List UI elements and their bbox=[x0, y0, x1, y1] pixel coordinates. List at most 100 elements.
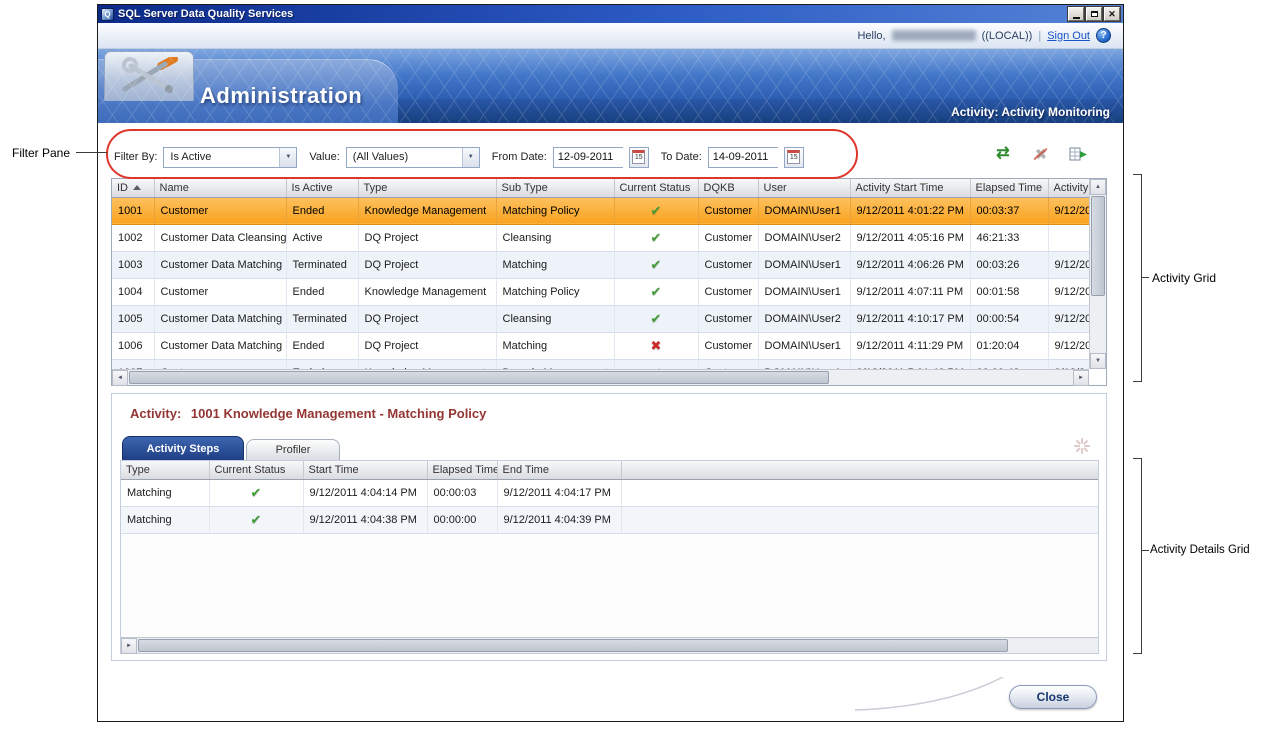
close-button[interactable]: Close bbox=[1009, 685, 1097, 709]
activity-running-indicator-icon bbox=[1074, 438, 1090, 454]
value-value: (All Values) bbox=[347, 148, 462, 167]
scroll-left-button[interactable]: ◄ bbox=[112, 370, 128, 386]
filter-pane: Filter By: Is Active ▼ Value: (All Value… bbox=[114, 145, 804, 169]
calendar-icon: 15 bbox=[787, 150, 800, 164]
bracket-tick bbox=[1133, 653, 1141, 654]
details-row-2[interactable]: Matching ✔ 9/12/2011 4:04:38 PM 00:00:00… bbox=[121, 506, 1098, 533]
export-activity-button[interactable] bbox=[1069, 145, 1089, 163]
activity-details-title-value: 1001 Knowledge Management - Matching Pol… bbox=[191, 406, 486, 421]
col-header-current-status[interactable]: Current Status bbox=[209, 461, 303, 479]
col-header-start-time[interactable]: Activity Start Time bbox=[850, 179, 970, 197]
app-icon-glyph: Q bbox=[104, 10, 110, 19]
activity-toolbar: ⇄ ✖ bbox=[993, 145, 1089, 163]
scroll-right-icon: ► bbox=[126, 643, 132, 649]
tab-activity-steps[interactable]: Activity Steps bbox=[122, 436, 244, 460]
annotation-activity-details-grid: Activity Details Grid bbox=[1150, 544, 1250, 556]
col-header-dqkb[interactable]: DQKB bbox=[698, 179, 758, 197]
to-date-input[interactable] bbox=[708, 147, 778, 168]
refresh-activities-button[interactable]: ⇄ bbox=[993, 145, 1013, 163]
scroll-down-button[interactable]: ▼ bbox=[1090, 353, 1106, 369]
main-content: Filter By: Is Active ▼ Value: (All Value… bbox=[98, 123, 1123, 721]
activity-row-1006[interactable]: 1006Customer Data Matching EndedDQ Proje… bbox=[112, 332, 1089, 359]
col-header-type[interactable]: Type bbox=[358, 179, 496, 197]
annotation-line bbox=[1142, 277, 1149, 278]
minimize-icon bbox=[1073, 17, 1080, 19]
activity-details-panel: Activity: 1001 Knowledge Management - Ma… bbox=[111, 393, 1107, 661]
details-row-1[interactable]: Matching ✔ 9/12/2011 4:04:14 PM 00:00:03… bbox=[121, 479, 1098, 506]
to-date-label: To Date: bbox=[661, 151, 702, 163]
activity-row-1001[interactable]: 1001Customer EndedKnowledge Management M… bbox=[112, 197, 1089, 224]
details-horizontal-scrollbar[interactable]: ◄ ► bbox=[121, 637, 1098, 653]
filter-by-value: Is Active bbox=[164, 148, 279, 167]
horizontal-scroll-thumb[interactable] bbox=[129, 371, 829, 384]
from-date-calendar-button[interactable]: 15 bbox=[629, 147, 649, 168]
scroll-right-icon: ► bbox=[1078, 375, 1084, 381]
activity-details-title: Activity: 1001 Knowledge Management - Ma… bbox=[130, 406, 486, 421]
status-success-icon: ✔ bbox=[251, 512, 262, 527]
vertical-scroll-thumb[interactable] bbox=[1091, 196, 1105, 296]
export-icon bbox=[1069, 146, 1089, 162]
col-header-type[interactable]: Type bbox=[121, 461, 209, 479]
col-header-elapsed[interactable]: Elapsed Time bbox=[970, 179, 1048, 197]
activity-details-grid-bracket bbox=[1141, 458, 1142, 654]
col-header-id[interactable]: ID bbox=[112, 179, 154, 197]
chevron-down-icon[interactable]: ▼ bbox=[279, 148, 296, 167]
bracket-tick bbox=[1133, 174, 1141, 175]
horizontal-scroll-thumb[interactable] bbox=[138, 639, 1008, 652]
help-icon[interactable]: ? bbox=[1096, 28, 1111, 43]
activity-row-1003[interactable]: 1003Customer Data Matching TerminatedDQ … bbox=[112, 251, 1089, 278]
restore-icon bbox=[1091, 11, 1098, 17]
activity-row-1002[interactable]: 1002Customer Data Cleansing ActiveDQ Pro… bbox=[112, 224, 1089, 251]
filter-by-dropdown[interactable]: Is Active ▼ bbox=[163, 147, 297, 168]
session-bar: Hello, ((LOCAL)) | Sign Out ? bbox=[98, 23, 1123, 49]
col-header-sub-type[interactable]: Sub Type bbox=[496, 179, 614, 197]
col-header-user[interactable]: User bbox=[758, 179, 850, 197]
grid-vertical-scrollbar[interactable]: ▲ ▼ bbox=[1089, 179, 1106, 369]
activity-row-1004[interactable]: 1004Customer EndedKnowledge Management M… bbox=[112, 278, 1089, 305]
scroll-up-button[interactable]: ▲ bbox=[1090, 179, 1106, 195]
chevron-down-icon[interactable]: ▼ bbox=[462, 148, 479, 167]
col-header-is-active[interactable]: Is Active bbox=[286, 179, 358, 197]
status-failed-icon: ✖ bbox=[651, 338, 662, 353]
activity-row-1007-partial[interactable]: 1007Customer EndedKnowledge Management D… bbox=[112, 359, 1089, 369]
scroll-left-icon: ◄ bbox=[117, 375, 123, 381]
close-window-button[interactable]: ✕ bbox=[1104, 7, 1120, 21]
status-success-icon: ✔ bbox=[251, 485, 262, 500]
hello-label: Hello, bbox=[857, 30, 885, 42]
page-title: Administration bbox=[200, 83, 362, 109]
scroll-up-icon: ▲ bbox=[1095, 184, 1101, 190]
to-date-calendar-button[interactable]: 15 bbox=[784, 147, 804, 168]
grid-horizontal-scrollbar[interactable]: ◄ ► bbox=[112, 369, 1089, 385]
annotation-line bbox=[1142, 550, 1149, 551]
col-header-elapsed-time[interactable]: Elapsed Time bbox=[427, 461, 497, 479]
annotation-activity-grid: Activity Grid bbox=[1152, 271, 1216, 285]
details-grid-table: Type Current Status Start Time Elapsed T… bbox=[121, 461, 1098, 534]
redacted-username bbox=[892, 30, 976, 41]
scroll-right-button[interactable]: ► bbox=[1073, 370, 1089, 386]
page-banner: Administration Activity: Activity Monito… bbox=[98, 49, 1123, 123]
col-header-end-time[interactable]: Activity bbox=[1048, 179, 1089, 197]
from-date-input[interactable] bbox=[553, 147, 623, 168]
activity-row-1005[interactable]: 1005Customer Data Matching TerminatedDQ … bbox=[112, 305, 1089, 332]
col-header-current-status[interactable]: Current Status bbox=[614, 179, 698, 197]
terminate-activity-button[interactable]: ✖ bbox=[1031, 145, 1051, 163]
status-success-icon: ✔ bbox=[651, 203, 662, 218]
activity-grid-table: ID Name Is Active Type Sub Type Current … bbox=[112, 179, 1089, 369]
tab-profiler[interactable]: Profiler bbox=[246, 439, 340, 460]
col-header-name[interactable]: Name bbox=[154, 179, 286, 197]
restore-button[interactable] bbox=[1086, 7, 1102, 21]
refresh-icon: ⇄ bbox=[996, 146, 1009, 162]
activity-grid-viewport: ID Name Is Active Type Sub Type Current … bbox=[112, 179, 1089, 369]
screenshot-stage: Q SQL Server Data Quality Services ✕ Hel… bbox=[0, 0, 1265, 730]
scroll-right-button[interactable]: ► bbox=[121, 638, 137, 654]
minimize-button[interactable] bbox=[1068, 7, 1084, 21]
sign-out-link[interactable]: Sign Out bbox=[1047, 30, 1090, 42]
tools-icon bbox=[117, 57, 181, 97]
col-header-start-time[interactable]: Start Time bbox=[303, 461, 427, 479]
col-header-end-time[interactable]: End Time bbox=[497, 461, 621, 479]
window-controls: ✕ bbox=[1068, 7, 1120, 21]
activity-grid-bracket bbox=[1141, 174, 1142, 382]
value-dropdown[interactable]: (All Values) ▼ bbox=[346, 147, 480, 168]
window-titlebar[interactable]: Q SQL Server Data Quality Services ✕ bbox=[98, 5, 1123, 23]
details-header-row: Type Current Status Start Time Elapsed T… bbox=[121, 461, 1098, 479]
